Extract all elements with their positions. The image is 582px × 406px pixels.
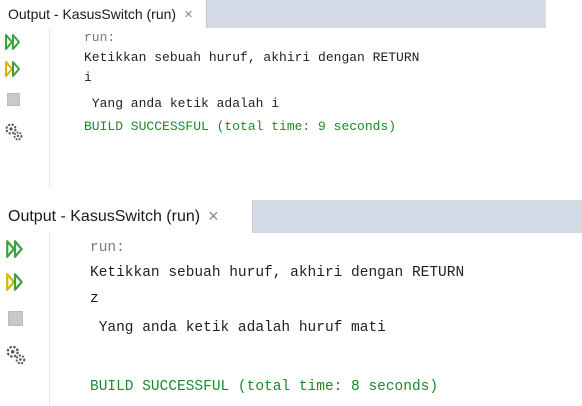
action-gutter: [0, 233, 50, 406]
tab-bar: Output - KasusSwitch (run) ×: [0, 200, 582, 233]
rerun-icon[interactable]: [4, 237, 26, 261]
build-status: BUILD SUCCESSFUL (total time: 9 seconds): [84, 119, 397, 134]
stop-icon[interactable]: [7, 93, 20, 106]
settings-icon[interactable]: [3, 121, 25, 143]
rerun-icon[interactable]: [3, 31, 23, 53]
stop-icon[interactable]: [8, 311, 23, 326]
console-line: z: [90, 291, 99, 307]
settings-icon[interactable]: [4, 343, 28, 367]
console-line: Ketikkan sebuah huruf, akhiri dengan RET…: [90, 265, 465, 281]
output-tab[interactable]: Output - KasusSwitch (run) ×: [0, 0, 207, 28]
rerun-with-options-icon[interactable]: [4, 270, 26, 294]
tab-title: Output - KasusSwitch (run): [8, 207, 201, 225]
action-gutter: [0, 28, 50, 189]
output-panel-1: Output - KasusSwitch (run) × run: Ketikk…: [0, 0, 546, 189]
console-line: Yang anda ketik adalah huruf mati: [90, 320, 386, 336]
console-line: i: [84, 70, 92, 85]
rerun-with-options-icon[interactable]: [3, 58, 23, 80]
close-icon[interactable]: ×: [184, 6, 193, 23]
console-line: Ketikkan sebuah huruf, akhiri dengan RET…: [84, 50, 420, 65]
build-status: BUILD SUCCESSFUL (total time: 8 seconds): [90, 379, 439, 395]
console-output: run: Ketikkan sebuah huruf, akhiri denga…: [84, 28, 546, 189]
close-icon[interactable]: ×: [208, 206, 219, 227]
tab-title: Output - KasusSwitch (run): [8, 6, 177, 22]
console-line: run:: [90, 240, 125, 256]
tab-bar: Output - KasusSwitch (run) ×: [0, 0, 546, 28]
output-panel-2: Output - KasusSwitch (run) × run: Ketikk…: [0, 200, 582, 406]
console-line: run:: [84, 30, 116, 45]
console-output: run: Ketikkan sebuah huruf, akhiri denga…: [90, 233, 582, 406]
output-tab[interactable]: Output - KasusSwitch (run) ×: [0, 200, 253, 233]
console-line: Yang anda ketik adalah i: [84, 96, 280, 111]
